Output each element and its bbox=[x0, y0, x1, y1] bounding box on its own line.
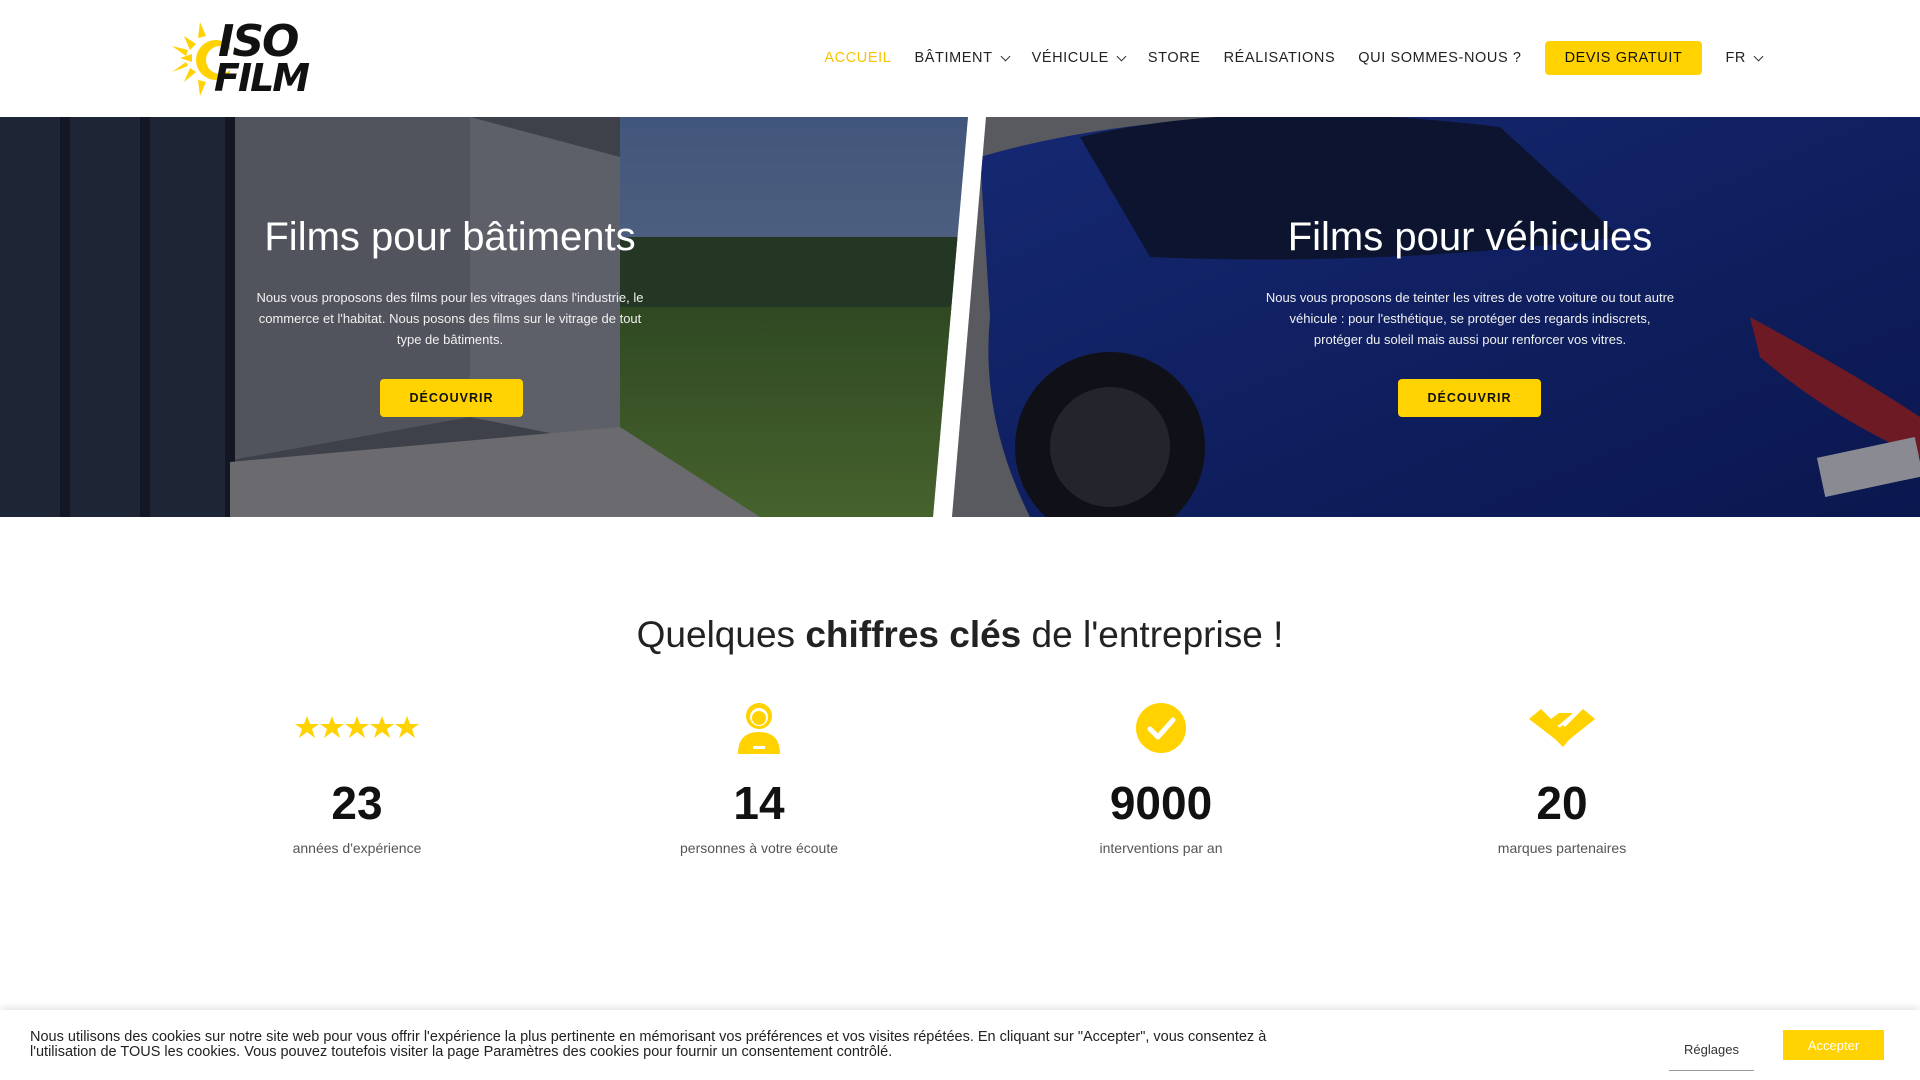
nav-item-realisations[interactable]: RÉALISATIONS bbox=[1224, 50, 1336, 66]
chevron-down-icon bbox=[1753, 51, 1764, 61]
stat-value: 9000 bbox=[1109, 777, 1213, 829]
stat-value: 20 bbox=[1536, 777, 1588, 829]
five-stars-icon bbox=[217, 700, 497, 756]
chevron-down-icon bbox=[1000, 51, 1011, 61]
handshake-icon bbox=[1422, 700, 1702, 756]
stats-title-post: de l'entreprise ! bbox=[1021, 614, 1284, 655]
stat-interventions: 9000 interventions par an bbox=[1021, 700, 1301, 856]
cookie-banner: Nous utilisons des cookies sur notre sit… bbox=[0, 1010, 1920, 1080]
stats-title-pre: Quelques bbox=[636, 614, 806, 655]
hero-title-vehicules: Films pour véhicules bbox=[1287, 215, 1653, 259]
nav-item-qui-sommes-nous[interactable]: QUI SOMMES-NOUS ? bbox=[1358, 50, 1521, 66]
cookie-text: Nous utilisons des cookies sur notre sit… bbox=[30, 1029, 1267, 1060]
nav-item-store[interactable]: STORE bbox=[1148, 50, 1201, 66]
site-header: ISO FILM ACCUEIL BÂTIMENT VÉHICULE STORE… bbox=[0, 0, 1920, 117]
cookie-accept-button[interactable]: Accepter bbox=[1783, 1030, 1884, 1060]
isofilm-logo[interactable]: ISO FILM bbox=[170, 14, 310, 100]
nav-label: QUI SOMMES-NOUS ? bbox=[1358, 50, 1522, 66]
stat-value: 23 bbox=[331, 777, 383, 829]
stat-label: années d'expérience bbox=[292, 840, 422, 856]
nav-label: RÉALISATIONS bbox=[1223, 50, 1336, 66]
check-circle-icon bbox=[1021, 700, 1301, 756]
stat-label: personnes à votre écoute bbox=[680, 840, 838, 856]
nav-label: BÂTIMENT bbox=[914, 50, 993, 66]
chevron-down-icon bbox=[1116, 51, 1127, 61]
language-label: FR bbox=[1725, 50, 1746, 66]
devis-gratuit-button[interactable]: DEVIS GRATUIT bbox=[1544, 41, 1703, 75]
hero-desc-batiments: Nous vous proposons des films pour les v… bbox=[256, 290, 644, 347]
language-selector[interactable]: FR bbox=[1725, 50, 1764, 66]
logo-text-film: FILM bbox=[214, 56, 310, 100]
nav-label: STORE bbox=[1147, 50, 1201, 66]
stat-experience: 23 années d'expérience bbox=[217, 700, 497, 856]
stat-team: 14 personnes à votre écoute bbox=[619, 700, 899, 856]
stat-label: marques partenaires bbox=[1497, 840, 1627, 856]
nav-item-accueil[interactable]: ACCUEIL bbox=[824, 50, 891, 66]
stat-label: interventions par an bbox=[1099, 840, 1223, 856]
nav-label: VÉHICULE bbox=[1031, 50, 1109, 66]
person-icon bbox=[619, 700, 899, 756]
decouvrir-batiments-button[interactable]: DÉCOUVRIR bbox=[380, 379, 523, 417]
stats-title: Quelques chiffres clés de l'entreprise ! bbox=[0, 614, 1920, 656]
main-nav: ACCUEIL BÂTIMENT VÉHICULE STORE RÉALISAT… bbox=[801, 40, 1764, 76]
nav-label: ACCUEIL bbox=[824, 50, 892, 66]
stat-value: 14 bbox=[733, 777, 785, 829]
hero-section: Films pour bâtiments Nous vous proposons… bbox=[0, 117, 1920, 517]
decouvrir-vehicules-button[interactable]: DÉCOUVRIR bbox=[1398, 379, 1541, 417]
stat-partners: 20 marques partenaires bbox=[1422, 700, 1702, 856]
hero-desc-vehicules: Nous vous proposons de teinter les vitre… bbox=[1265, 290, 1675, 347]
nav-item-batiment[interactable]: BÂTIMENT bbox=[914, 50, 1011, 66]
nav-item-vehicule[interactable]: VÉHICULE bbox=[1031, 50, 1127, 66]
hero-title-batiments: Films pour bâtiments bbox=[264, 215, 636, 259]
stats-title-bold: chiffres clés bbox=[805, 614, 1022, 655]
cookie-settings-button[interactable]: Réglages bbox=[1669, 1029, 1754, 1071]
